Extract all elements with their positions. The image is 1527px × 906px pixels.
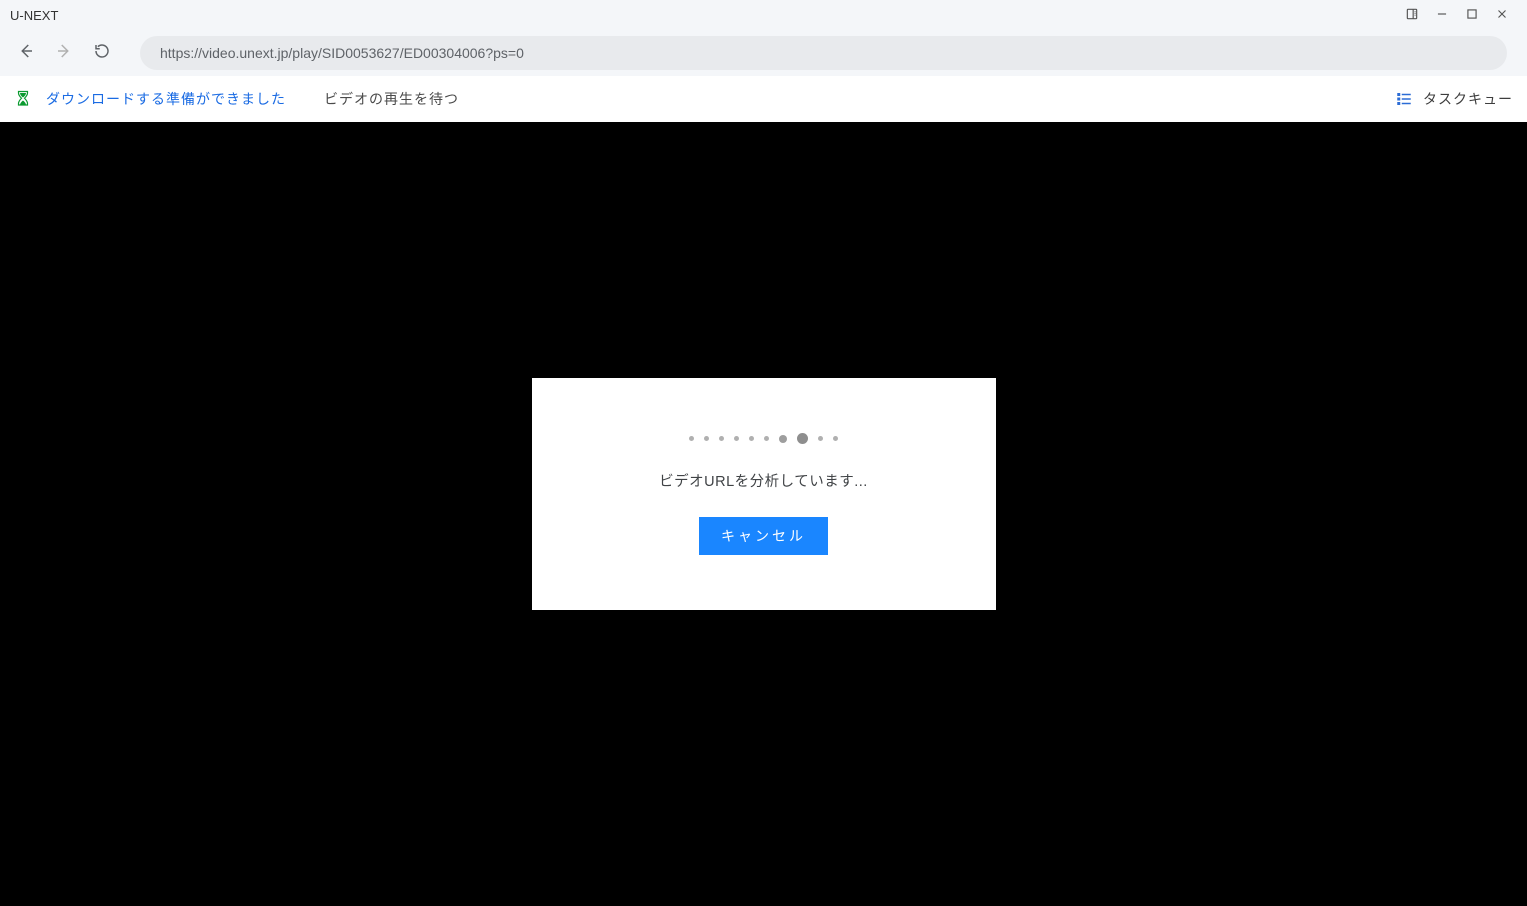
forward-icon — [55, 42, 73, 65]
close-button[interactable] — [1487, 0, 1517, 30]
dot — [764, 436, 769, 441]
analyzing-modal: ビデオURLを分析しています... キャンセル — [532, 378, 996, 610]
waiting-playback-text: ビデオの再生を待つ — [324, 89, 459, 109]
cancel-button[interactable]: キャンセル — [699, 517, 828, 555]
url-bar[interactable] — [140, 36, 1507, 70]
panel-icon — [1405, 7, 1419, 24]
task-queue-button[interactable]: タスクキュー — [1395, 89, 1513, 109]
dot — [779, 435, 787, 443]
dot — [818, 436, 823, 441]
window-title: U-NEXT — [10, 8, 58, 23]
dot — [797, 433, 808, 444]
status-bar: ダウンロードする準備ができました ビデオの再生を待つ タスクキュー — [0, 76, 1527, 122]
minimize-button[interactable] — [1427, 0, 1457, 30]
back-button[interactable] — [10, 37, 42, 69]
hourglass-icon — [14, 90, 32, 108]
close-icon — [1495, 7, 1509, 24]
url-input[interactable] — [160, 45, 1487, 61]
video-content-area: ビデオURLを分析しています... キャンセル — [0, 122, 1527, 906]
queue-icon — [1395, 90, 1413, 108]
nav-bar — [0, 30, 1527, 76]
back-icon — [17, 42, 35, 65]
maximize-button[interactable] — [1457, 0, 1487, 30]
minimize-icon — [1435, 7, 1449, 24]
panel-button[interactable] — [1397, 0, 1427, 30]
download-ready-text: ダウンロードする準備ができました — [46, 89, 286, 109]
title-bar: U-NEXT — [0, 0, 1527, 30]
dot — [833, 436, 838, 441]
task-queue-label: タスクキュー — [1423, 89, 1513, 109]
reload-icon — [93, 42, 111, 65]
dot — [719, 436, 724, 441]
maximize-icon — [1465, 7, 1479, 24]
forward-button[interactable] — [48, 37, 80, 69]
modal-message: ビデオURLを分析しています... — [659, 470, 868, 491]
dot — [749, 436, 754, 441]
dot — [704, 436, 709, 441]
loading-dots — [689, 433, 838, 444]
dot — [689, 436, 694, 441]
dot — [734, 436, 739, 441]
reload-button[interactable] — [86, 37, 118, 69]
